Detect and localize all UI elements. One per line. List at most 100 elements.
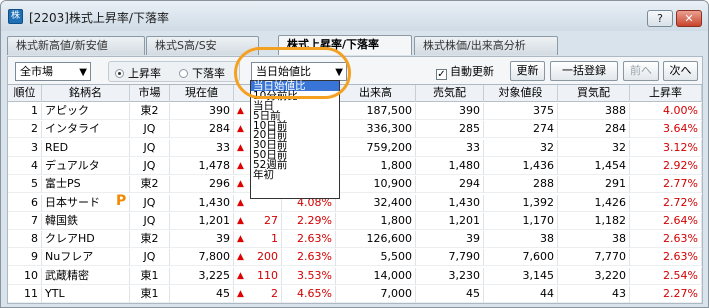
cell-rank: 11 [8,286,42,303]
cell-name: 富士PS [42,176,130,194]
table-row[interactable]: 4 デュアルタ JQ 1,478 ▲ 1,800 1,480 1,436 1,454 2.92% [8,157,702,175]
table-row[interactable]: 9 Nuフレア JQ 7,800 ▲ 200 2.63% 5,500 7,790 7,600 7,7… [8,249,702,267]
next-button[interactable]: 次へ [663,61,698,81]
cell-volume: 32,400 [336,194,416,212]
cell-market: JQ [130,249,170,267]
tab-rise-fall-rate[interactable]: 株式上昇率/下落率 [278,35,412,55]
cell-rank: 5 [8,176,42,194]
cell-bid: 388 [558,103,630,120]
radio-rise[interactable]: 上昇率 [115,65,161,81]
tab-new-high-low[interactable]: 株式新高値/新安値 [7,36,145,55]
cell-change: ▲ 27 [234,212,282,230]
bulk-register-button[interactable]: 一括登録 [550,61,618,81]
cell-volume: 7,000 [336,286,416,303]
cell-volume: 187,500 [336,103,416,120]
comparison-select-value: 当日始値比 [256,65,311,78]
tab-stop-high-low[interactable]: 株式S高/S安 [146,36,259,55]
cell-price: 3,225 [170,267,234,285]
cell-name: RED [42,139,130,157]
up-arrow-icon: ▲ [237,270,244,281]
update-button[interactable]: 更新 [510,61,545,81]
cell-name: 韓国鉄 [42,212,130,230]
cell-rise: 2.63% [630,249,702,267]
comparison-select[interactable]: 当日始値比 ▼ [251,62,347,81]
change-value: 110 [257,268,278,282]
table-row[interactable]: 1 アピック 東2 390 ▲ 187,500 390 375 388 4.00% [8,103,702,120]
cell-name: 武蔵精密 [42,267,130,285]
cell-market: JQ [130,157,170,175]
cell-ask: 3,230 [416,267,484,285]
cell-bid: 1,454 [558,157,630,175]
close-button[interactable]: ✕ [676,10,702,27]
up-arrow-icon: ▲ [237,289,244,299]
cell-base: 274 [484,121,558,139]
col-ask[interactable]: 売気配 [416,85,484,102]
dropdown-option[interactable]: 年初 [251,170,339,180]
table-row[interactable]: 5 富士PS 東2 296 ▲ 10,900 294 288 291 2.77% [8,176,702,194]
cell-pct: 3.53% [282,267,336,285]
cell-ask: 33 [416,139,484,157]
cell-price: 1,430 [170,194,234,212]
cell-market: 東1 [130,267,170,285]
cell-price: 39 [170,231,234,249]
cell-name: デュアルタ [42,157,130,175]
col-bid[interactable]: 買気配 [558,85,630,102]
cell-name: アピック [42,103,130,120]
prev-button[interactable]: 前へ [623,61,659,81]
cell-rank: 3 [8,139,42,157]
col-market[interactable]: 市場 [130,85,170,102]
tab-price-volume-analysis[interactable]: 株式株価/出来高分析 [414,36,558,55]
table-row[interactable]: 7 韓国鉄 JQ 1,201 ▲ 27 2.29% 1,800 1,201 1,170 1,182 2… [8,212,702,230]
col-rank[interactable]: 順位 [8,85,42,102]
change-value: 200 [257,250,278,264]
change-value: 27 [264,213,278,227]
checkmark-icon: ✓ [436,69,447,80]
cell-rise: 3.12% [630,139,702,157]
app-icon: 株 [8,9,23,24]
help-button[interactable]: ? [647,10,673,27]
toolbar: 全市場 ▼ 上昇率 下落率 当日始値比 ▼ ✓ 自動更新 更新 一括登録 前へ 次… [7,56,703,84]
col-price[interactable]: 現在値 [170,85,234,102]
change-value: 2 [271,287,278,300]
cell-name: YTL [42,286,130,303]
auto-update-checkbox[interactable]: ✓ 自動更新 [436,63,494,80]
cell-pct: 2.63% [282,231,336,249]
cell-rank: 1 [8,103,42,120]
market-select[interactable]: 全市場 ▼ [15,62,91,81]
table-row[interactable]: 11 YTL 東1 45 ▲ 2 4.65% 7,000 45 44 43 2.27% [8,286,702,303]
cell-rank: 6 [8,194,42,212]
col-name[interactable]: 銘柄名 [42,85,130,102]
col-volume[interactable]: 出来高 [336,85,416,102]
cell-bid: 3,220 [558,267,630,285]
col-rise-rate[interactable]: 上昇率 [630,85,702,102]
cell-ask: 294 [416,176,484,194]
cell-rise: 2.27% [630,286,702,303]
cell-base: 1,392 [484,194,558,212]
cell-rank: 10 [8,267,42,285]
table-row[interactable]: 2 インタライ JQ 284 ▲ 336,300 285 274 284 3.64% [8,121,702,139]
table-row[interactable]: 6 日本サード JQ 1,430 ▲ 4.08% 32,400 1,430 1,392 1,426… [8,193,702,212]
cell-pct: 4.65% [282,286,336,303]
table-row[interactable]: 8 クレアHD 東2 39 ▲ 1 2.63% 126,600 39 38 38 2.63% [8,231,702,249]
cell-name: インタライ [42,121,130,139]
cell-rise: 2.63% [630,231,702,249]
cell-rank: 2 [8,121,42,139]
radio-fall[interactable]: 下落率 [179,65,225,81]
cell-price: 284 [170,121,234,139]
col-base-price[interactable]: 対象値段 [484,85,558,102]
market-select-value: 全市場 [20,65,53,78]
cell-price: 7,800 [170,249,234,267]
up-arrow-icon: ▲ [237,160,244,171]
ranking-table: 順位 銘柄名 市場 現在値 前 出来高 売気配 対象値段 買気配 上昇率 1アピ… [7,84,703,304]
cell-base: 3,145 [484,267,558,285]
cell-price: 1,201 [170,212,234,230]
cell-rise: 2.77% [630,176,702,194]
table-row[interactable]: 3 RED JQ 33 ▲ 759,200 33 32 32 3.12% [8,139,702,157]
cell-ask: 7,790 [416,249,484,267]
cell-ask: 1,430 [416,194,484,212]
table-row[interactable]: 10 武蔵精密 東1 3,225 ▲ 110 3.53% 14,000 3,230 3,145 3,… [8,267,702,285]
cell-ask: 285 [416,121,484,139]
cell-base: 1,436 [484,157,558,175]
cell-price: 45 [170,286,234,303]
cell-volume: 1,800 [336,212,416,230]
